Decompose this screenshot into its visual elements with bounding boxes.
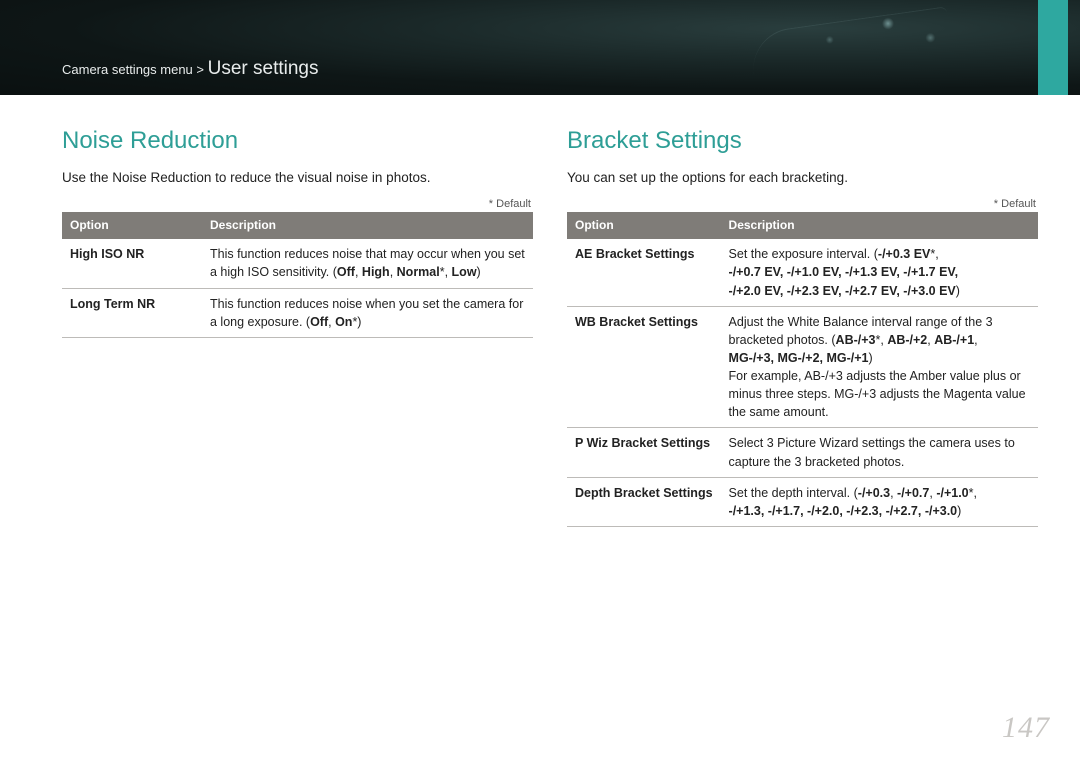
table-row: High ISO NR This function reduces noise …	[62, 239, 533, 288]
option-desc: Set the exposure interval. (-/+0.3 EV*, …	[721, 239, 1038, 306]
option-name: High ISO NR	[62, 239, 202, 288]
table-header-row: Option Description	[62, 212, 533, 239]
th-description: Description	[721, 212, 1038, 239]
table-row: AE Bracket Settings Set the exposure int…	[567, 239, 1038, 306]
breadcrumb: Camera settings menu > User settings	[62, 58, 1080, 80]
table-header-row: Option Description	[567, 212, 1038, 239]
option-desc: This function reduces noise when you set…	[202, 288, 533, 337]
th-option: Option	[62, 212, 202, 239]
option-name: Depth Bracket Settings	[567, 477, 721, 526]
bracket-settings-table: Option Description AE Bracket Settings S…	[567, 212, 1038, 527]
content-area: Noise Reduction Use the Noise Reduction …	[0, 95, 1080, 527]
section-title: Bracket Settings	[567, 127, 1038, 155]
option-name: AE Bracket Settings	[567, 239, 721, 306]
breadcrumb-parent: Camera settings menu >	[62, 62, 204, 77]
option-desc: Adjust the White Balance interval range …	[721, 306, 1038, 428]
page-header: Camera settings menu > User settings	[0, 0, 1080, 95]
section-intro: Use the Noise Reduction to reduce the vi…	[62, 169, 533, 188]
th-option: Option	[567, 212, 721, 239]
option-desc: This function reduces noise that may occ…	[202, 239, 533, 288]
default-note: * Default	[62, 198, 533, 210]
th-description: Description	[202, 212, 533, 239]
section-intro: You can set up the options for each brac…	[567, 169, 1038, 188]
default-note: * Default	[567, 198, 1038, 210]
noise-reduction-section: Noise Reduction Use the Noise Reduction …	[62, 127, 533, 527]
option-name: P Wiz Bracket Settings	[567, 428, 721, 477]
section-title: Noise Reduction	[62, 127, 533, 155]
table-row: Depth Bracket Settings Set the depth int…	[567, 477, 1038, 526]
option-desc: Select 3 Picture Wizard settings the cam…	[721, 428, 1038, 477]
table-row: Long Term NR This function reduces noise…	[62, 288, 533, 337]
side-tab	[1038, 0, 1068, 95]
table-row: WB Bracket Settings Adjust the White Bal…	[567, 306, 1038, 428]
page-number: 147	[1002, 711, 1050, 745]
bracket-settings-section: Bracket Settings You can set up the opti…	[567, 127, 1038, 527]
option-name: Long Term NR	[62, 288, 202, 337]
option-name: WB Bracket Settings	[567, 306, 721, 428]
noise-reduction-table: Option Description High ISO NR This func…	[62, 212, 533, 338]
table-row: P Wiz Bracket Settings Select 3 Picture …	[567, 428, 1038, 477]
breadcrumb-current: User settings	[208, 58, 319, 79]
option-desc: Set the depth interval. (-/+0.3, -/+0.7,…	[721, 477, 1038, 526]
